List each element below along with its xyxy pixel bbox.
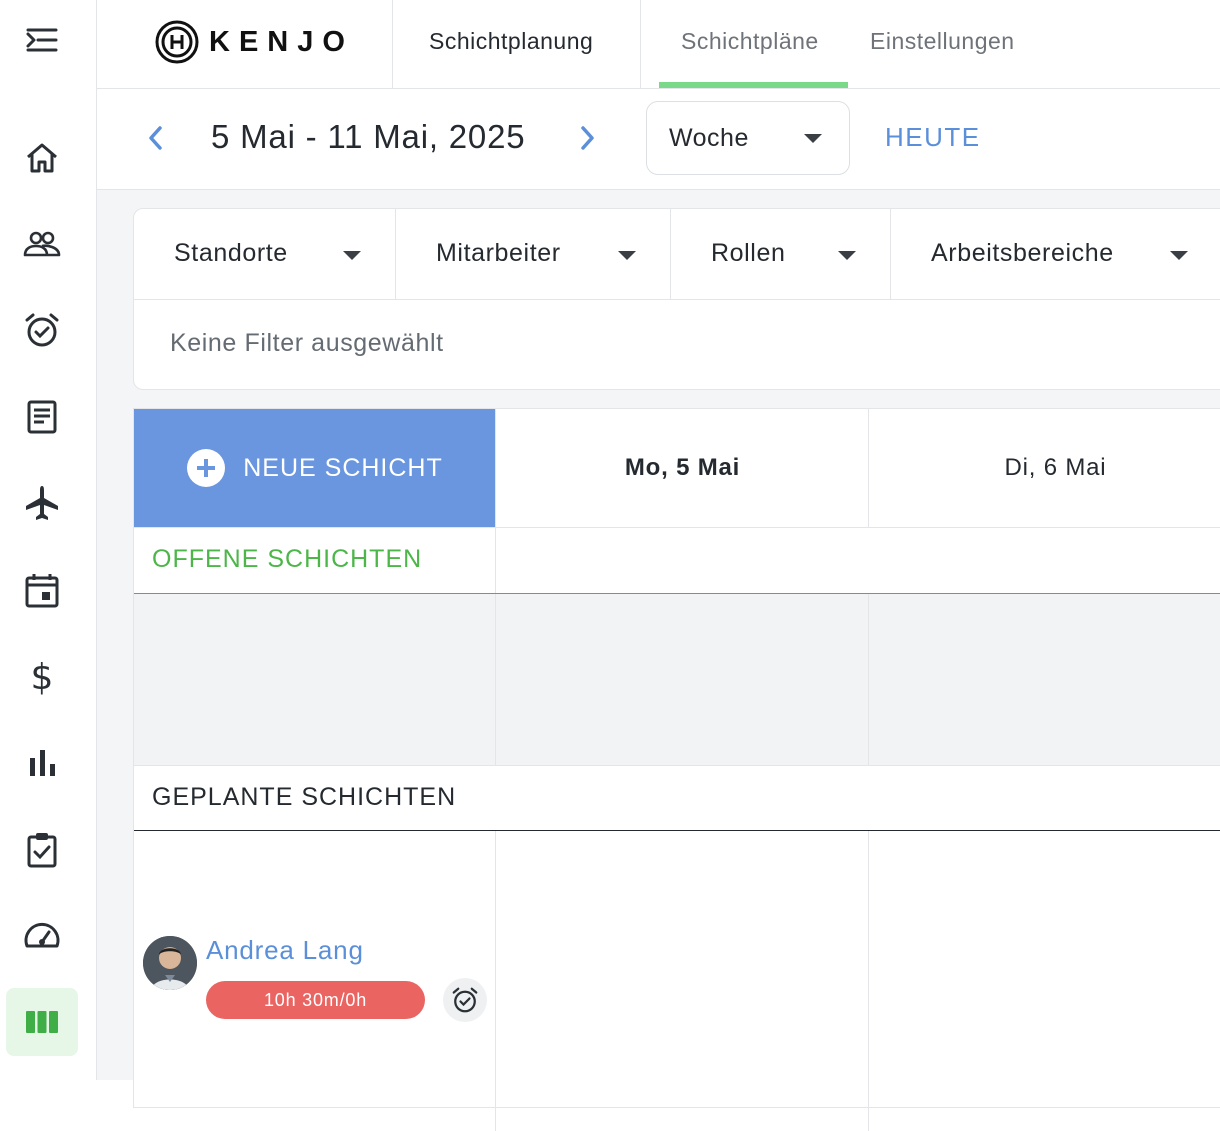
speedometer-icon[interactable] (0, 906, 84, 966)
new-shift-label: NEUE SCHICHT (243, 453, 443, 482)
alarm-icon (452, 987, 478, 1013)
people-icon[interactable] (0, 214, 84, 274)
sidebar: $ (0, 0, 97, 1080)
day-header-mon: Mo, 5 Mai (624, 454, 741, 481)
today-button[interactable]: HEUTE (885, 122, 981, 153)
hours-badge: 10h 30m/0h (206, 981, 425, 1019)
filter-standorte[interactable]: Standorte (134, 209, 396, 300)
schedule-grid: NEUE SCHICHT Mo, 5 Mai Di, 6 Mai OFFENE … (133, 408, 1220, 1131)
clipboard-check-icon[interactable] (0, 820, 84, 880)
filter-label: Standorte (174, 239, 288, 267)
dropdown-caret-icon (343, 251, 361, 260)
dropdown-caret-icon (804, 134, 822, 143)
active-tab-indicator (659, 82, 848, 88)
dropdown-caret-icon (1170, 251, 1188, 260)
tab-schichtplaene[interactable]: Schichtpläne (681, 28, 819, 55)
bar-chart-icon[interactable] (0, 732, 84, 792)
filter-mitarbeiter[interactable]: Mitarbeiter (396, 209, 671, 300)
shift-planning-icon[interactable] (6, 988, 78, 1056)
document-icon[interactable] (0, 387, 84, 447)
no-filter-text: Keine Filter ausgewählt (170, 329, 444, 357)
plus-circle-icon (187, 449, 226, 487)
open-shifts-row (134, 594, 1220, 765)
home-icon[interactable] (0, 128, 84, 188)
dollar-icon[interactable]: $ (0, 646, 84, 706)
alarm-icon[interactable] (0, 300, 84, 360)
attendance-button[interactable] (443, 978, 487, 1022)
view-select-value: Woche (669, 124, 749, 152)
new-shift-button[interactable]: NEUE SCHICHT (134, 409, 496, 527)
filter-label: Rollen (711, 239, 786, 267)
kenjo-logo[interactable]: KENJO (155, 20, 354, 64)
filter-arbeitsbereiche[interactable]: Arbeitsbereiche (891, 209, 1220, 300)
day-header-tue: Di, 6 Mai (1004, 454, 1107, 481)
airplane-icon[interactable] (0, 473, 84, 533)
tab-einstellungen[interactable]: Einstellungen (870, 28, 1015, 55)
next-week-button[interactable] (577, 125, 597, 151)
planned-shifts-heading: GEPLANTE SCHICHTEN (152, 783, 457, 811)
dropdown-caret-icon (618, 251, 636, 260)
top-navigation: KENJO Schichtplanung Schichtpläne Einste… (97, 0, 1220, 89)
filter-panel: Standorte Mitarbeiter Rollen Arbeitsbere… (133, 208, 1220, 390)
kenjo-logo-icon (155, 20, 199, 64)
filter-row: Standorte Mitarbeiter Rollen Arbeitsbere… (134, 209, 1220, 300)
filter-rollen[interactable]: Rollen (671, 209, 891, 300)
filter-label: Mitarbeiter (436, 239, 561, 267)
menu-expand-icon[interactable] (0, 10, 84, 70)
open-shifts-heading: OFFENE SCHICHTEN (152, 545, 423, 573)
employee-name[interactable]: Andrea Lang (206, 935, 364, 966)
avatar[interactable] (143, 936, 197, 990)
calendar-icon[interactable] (0, 560, 84, 620)
avatar-photo (143, 936, 197, 990)
module-title[interactable]: Schichtplanung (429, 28, 593, 55)
dropdown-caret-icon (838, 251, 856, 260)
date-range: 5 Mai - 11 Mai, 2025 (211, 118, 526, 155)
filter-label: Arbeitsbereiche (931, 239, 1114, 267)
chevron-right-icon (581, 126, 594, 150)
chevron-left-icon (149, 126, 162, 150)
view-select[interactable]: Woche (646, 101, 850, 175)
svg-text:$: $ (31, 657, 54, 696)
logo-text: KENJO (209, 25, 354, 58)
previous-week-button[interactable] (146, 125, 166, 151)
